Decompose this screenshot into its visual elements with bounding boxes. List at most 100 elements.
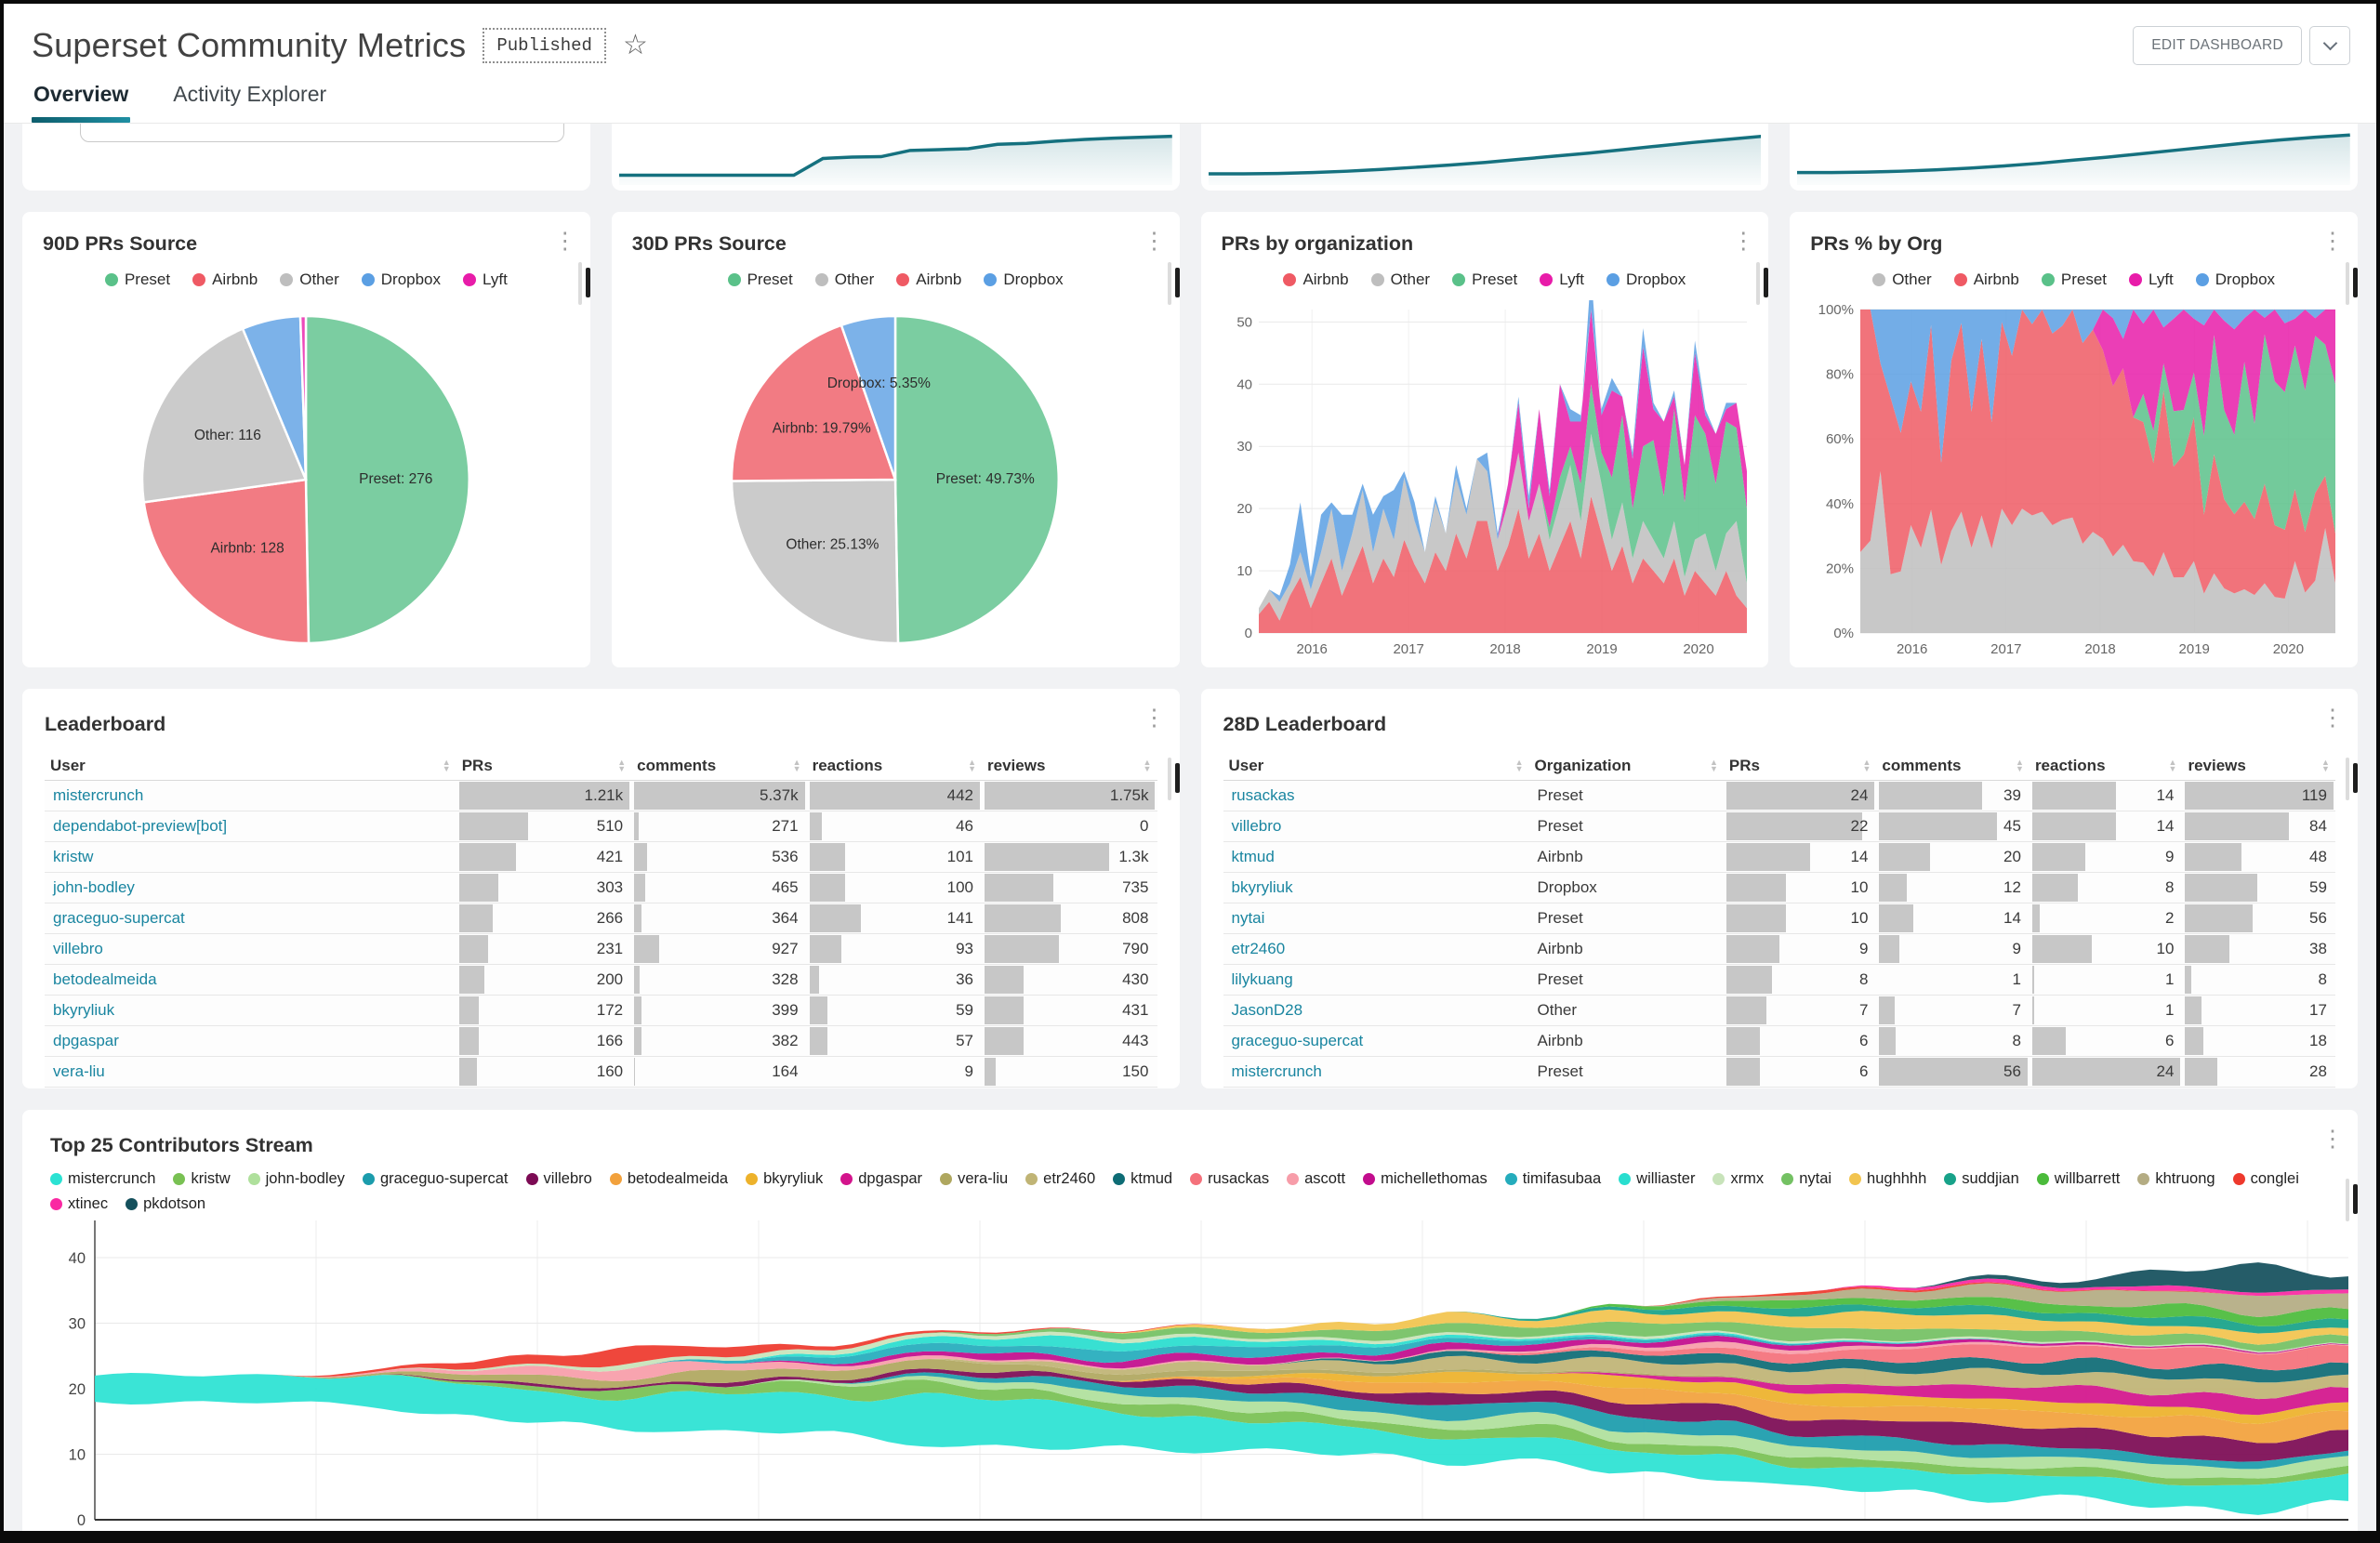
- legend-item[interactable]: timifasubaa: [1504, 1170, 1601, 1188]
- legend-item[interactable]: willbarrett: [2036, 1170, 2120, 1188]
- sort-icon[interactable]: [1515, 759, 1524, 772]
- edit-dashboard-button[interactable]: EDIT DASHBOARD: [2133, 26, 2302, 65]
- sort-icon[interactable]: [793, 759, 801, 772]
- user-link[interactable]: vera-liu: [53, 1062, 105, 1081]
- pie-chart-90d[interactable]: Preset: 276 Airbnb: 128 Other: 116: [43, 304, 570, 655]
- legend-item[interactable]: Dropbox: [361, 270, 441, 289]
- legend-item[interactable]: ascott: [1287, 1170, 1345, 1188]
- legend-item[interactable]: Other: [1872, 270, 1932, 289]
- sort-icon[interactable]: [1863, 759, 1871, 772]
- legend-item[interactable]: Dropbox: [984, 270, 1064, 289]
- streamgraph-chart[interactable]: 0 10 20 30 40: [50, 1220, 2348, 1531]
- legend-item[interactable]: kristw: [173, 1170, 231, 1188]
- column-header[interactable]: Organization: [1529, 751, 1724, 780]
- legend-item[interactable]: Airbnb: [192, 270, 258, 289]
- legend-item[interactable]: Dropbox: [2195, 270, 2275, 289]
- stacked-area-chart[interactable]: 2016 2017 2018 2019 2020 0 10 20 30 40 50: [1222, 300, 1749, 661]
- sort-icon[interactable]: [443, 759, 451, 772]
- legend-item[interactable]: pkdotson: [126, 1195, 205, 1213]
- legend-item[interactable]: Lyft: [2129, 270, 2174, 289]
- user-link[interactable]: JasonD28: [1232, 1001, 1303, 1020]
- legend-item[interactable]: nytai: [1781, 1170, 1831, 1188]
- user-link[interactable]: etr2460: [1232, 940, 1286, 958]
- user-link[interactable]: mistercrunch: [53, 786, 143, 805]
- legend-item[interactable]: Lyft: [1540, 270, 1584, 289]
- legend-item[interactable]: Airbnb: [1953, 270, 2019, 289]
- column-header[interactable]: User: [45, 751, 456, 780]
- user-link[interactable]: villebro: [1232, 817, 1282, 836]
- sort-icon[interactable]: [617, 759, 626, 772]
- legend-item[interactable]: Preset: [2041, 270, 2107, 289]
- legend-item[interactable]: bkyryliuk: [746, 1170, 823, 1188]
- resize-handle[interactable]: [2346, 262, 2358, 305]
- column-header[interactable]: User: [1223, 751, 1529, 780]
- published-badge[interactable]: Published: [483, 28, 606, 63]
- pie-chart-30d[interactable]: Preset: 49.73% Other: 25.13% Airbnb: 19.79…: [632, 304, 1159, 655]
- legend-item[interactable]: john-bodley: [247, 1170, 345, 1188]
- legend-item[interactable]: Preset: [1452, 270, 1517, 289]
- resize-handle[interactable]: [1167, 262, 1180, 305]
- pct-area-chart[interactable]: 2016 2017 2018 2019 2020 0% 20% 40% 60% 80% 100%: [1810, 300, 2337, 661]
- resize-handle[interactable]: [577, 262, 590, 305]
- favorite-star-icon[interactable]: [623, 32, 648, 59]
- user-link[interactable]: lilykuang: [1232, 970, 1293, 989]
- legend-item[interactable]: khtruong: [2137, 1170, 2215, 1188]
- legend-item[interactable]: etr2460: [1025, 1170, 1095, 1188]
- more-options-icon[interactable]: [1143, 704, 1167, 732]
- dashboard-menu-button[interactable]: [2309, 26, 2350, 65]
- user-link[interactable]: mistercrunch: [1232, 1062, 1322, 1081]
- legend-item[interactable]: Preset: [104, 270, 170, 289]
- column-header[interactable]: reactions: [807, 751, 982, 780]
- legend-item[interactable]: Airbnb: [1283, 270, 1349, 289]
- user-link[interactable]: ktmud: [1232, 848, 1275, 866]
- column-header[interactable]: comments: [631, 751, 806, 780]
- column-header[interactable]: PRs: [456, 751, 631, 780]
- legend-item[interactable]: rusackas: [1190, 1170, 1269, 1188]
- filter-box[interactable]: [80, 124, 564, 142]
- legend-item[interactable]: michellethomas: [1363, 1170, 1488, 1188]
- trendline-chart[interactable]: [618, 129, 1172, 185]
- legend-item[interactable]: xtinec: [50, 1195, 108, 1213]
- more-options-icon[interactable]: [1731, 227, 1755, 255]
- legend-item[interactable]: vera-liu: [940, 1170, 1008, 1188]
- user-link[interactable]: villebro: [53, 940, 103, 958]
- legend-item[interactable]: graceguo-supercat: [362, 1170, 509, 1188]
- trendline-chart[interactable]: [1208, 129, 1762, 185]
- legend-item[interactable]: xrmx: [1712, 1170, 1764, 1188]
- sort-icon[interactable]: [1710, 759, 1718, 772]
- resize-handle[interactable]: [1167, 758, 1180, 800]
- resize-handle[interactable]: [1756, 262, 1769, 305]
- trendline-chart[interactable]: [1797, 129, 2350, 185]
- more-options-icon[interactable]: [2320, 704, 2345, 732]
- user-link[interactable]: kristw: [53, 848, 93, 866]
- column-header[interactable]: comments: [1876, 751, 2030, 780]
- legend-item[interactable]: conglei: [2232, 1170, 2299, 1188]
- column-header[interactable]: reactions: [2030, 751, 2183, 780]
- column-header[interactable]: PRs: [1724, 751, 1877, 780]
- user-link[interactable]: dpgaspar: [53, 1032, 119, 1050]
- user-link[interactable]: betodealmeida: [53, 970, 157, 989]
- column-header[interactable]: reviews: [2182, 751, 2335, 780]
- legend-item[interactable]: dpgaspar: [840, 1170, 922, 1188]
- column-header[interactable]: reviews: [982, 751, 1157, 780]
- user-link[interactable]: graceguo-supercat: [1232, 1032, 1364, 1050]
- user-link[interactable]: graceguo-supercat: [53, 909, 185, 928]
- more-options-icon[interactable]: [553, 227, 577, 255]
- user-link[interactable]: dependabot-preview[bot]: [53, 817, 227, 836]
- tab-overview[interactable]: Overview: [32, 74, 131, 123]
- user-link[interactable]: bkyryliuk: [1232, 878, 1293, 897]
- sort-icon[interactable]: [2016, 759, 2024, 772]
- more-options-icon[interactable]: [1143, 227, 1167, 255]
- legend-item[interactable]: Dropbox: [1606, 270, 1686, 289]
- resize-handle[interactable]: [2346, 1179, 2358, 1221]
- legend-item[interactable]: Airbnb: [896, 270, 961, 289]
- legend-item[interactable]: betodealmeida: [609, 1170, 728, 1188]
- legend-item[interactable]: Other: [814, 270, 874, 289]
- user-link[interactable]: rusackas: [1232, 786, 1295, 805]
- sort-icon[interactable]: [2321, 759, 2330, 772]
- resize-handle[interactable]: [2346, 758, 2358, 800]
- sort-icon[interactable]: [1144, 759, 1152, 772]
- legend-item[interactable]: Other: [1370, 270, 1430, 289]
- legend-item[interactable]: ktmud: [1113, 1170, 1172, 1188]
- more-options-icon[interactable]: [2320, 227, 2345, 255]
